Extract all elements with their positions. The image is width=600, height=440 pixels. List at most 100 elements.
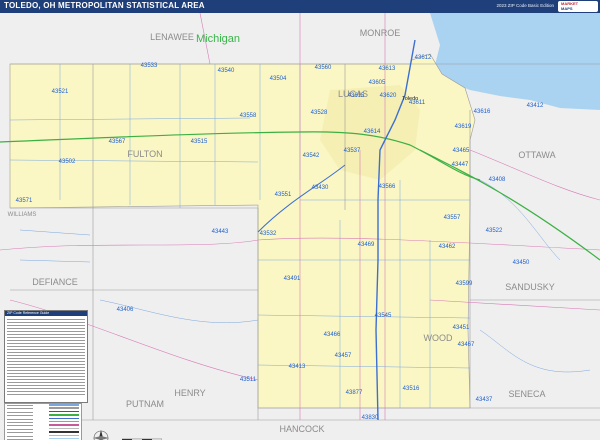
- zip-label-43619: 43619: [455, 124, 472, 130]
- zip-label-43877: 43877: [346, 390, 363, 396]
- zip-label-43451: 43451: [453, 325, 470, 331]
- legend-row: [7, 352, 85, 353]
- county-label-defiance: DEFIANCE: [32, 277, 78, 287]
- edition-label: 2023 ZIP Code Basic Edition: [496, 3, 554, 8]
- zip-label-43532: 43532: [260, 231, 277, 237]
- zip-label-43467: 43467: [458, 342, 475, 348]
- county-label-wood: WOOD: [424, 333, 453, 343]
- legend-row: [7, 340, 85, 341]
- county-label-williams: WILLIAMS: [8, 212, 37, 218]
- legend-row: [7, 382, 85, 383]
- state-label-michigan: Michigan: [196, 33, 240, 45]
- legend-row: [7, 346, 85, 347]
- zip-label-43540: 43540: [218, 68, 235, 74]
- legend-row: [7, 337, 85, 338]
- legend-row: [7, 325, 85, 326]
- zip-label-43491: 43491: [284, 276, 301, 282]
- county-label-henry: HENRY: [174, 388, 205, 398]
- county-label-seneca: SENECA: [508, 389, 545, 399]
- county-label-hancock: HANCOCK: [279, 424, 324, 434]
- map-area[interactable]: LENAWEE MONROE LUCAS FULTON OTTAWA WILLIAMS DE…: [0, 13, 600, 440]
- zip-label-43457: 43457: [335, 353, 352, 359]
- zip-label-43413: 43413: [289, 364, 306, 370]
- zip-label-43450: 43450: [513, 260, 530, 266]
- county-label-putnam: PUTNAM: [126, 399, 164, 409]
- legend-row: [7, 385, 85, 386]
- zip-label-43406: 43406: [117, 307, 134, 313]
- zip-label-43443: 43443: [212, 229, 229, 235]
- zip-label-43616: 43616: [474, 109, 491, 115]
- zip-label-43560: 43560: [315, 65, 332, 71]
- legend-row: [7, 322, 85, 323]
- legend-row: [7, 358, 85, 359]
- zip-label-43537: 43537: [344, 148, 361, 154]
- zip-label-43599: 43599: [456, 281, 473, 287]
- zip-label-43516: 43516: [403, 386, 420, 392]
- zip-label-43566: 43566: [379, 184, 396, 190]
- zip-label-43612: 43612: [415, 55, 432, 61]
- zip-label-43465: 43465: [453, 148, 470, 154]
- zip-label-43515: 43515: [191, 139, 208, 145]
- legend-row: [7, 331, 85, 332]
- county-label-fulton: FULTON: [127, 149, 162, 159]
- legend-row: [7, 376, 85, 377]
- zip-label-43511: 43511: [240, 377, 257, 383]
- zip-label-43437: 43437: [476, 397, 493, 403]
- map-page: TOLEDO, OH METROPOLITAN STATISTICAL AREA…: [0, 0, 600, 440]
- zip-label-43430: 43430: [312, 185, 329, 191]
- legend-row: [7, 391, 85, 392]
- legend-row: [7, 328, 85, 329]
- zip-label-43462: 43462: [439, 244, 456, 250]
- legend-row: [7, 379, 85, 380]
- legend-row: [7, 349, 85, 350]
- county-label-monroe: MONROE: [360, 28, 401, 38]
- zip-label-43502: 43502: [59, 159, 76, 165]
- zip-label-43542: 43542: [303, 153, 320, 159]
- zip-label-43558: 43558: [240, 113, 257, 119]
- zip-code-map[interactable]: LENAWEE MONROELUCASFULTON OTTAWAWILLIAMSDE…: [0, 13, 600, 440]
- zip-label-43611: 43611: [409, 100, 426, 106]
- map-key: [4, 403, 82, 440]
- zip-label-43613: 43613: [379, 66, 396, 72]
- county-label-sandusky: SANDUSKY: [505, 282, 555, 292]
- zip-reference-guide: ZIP Code Reference Guide: [4, 310, 88, 403]
- legend-row: [7, 373, 85, 374]
- zip-label-43615: 43615: [348, 93, 365, 99]
- legend-row: [7, 361, 85, 362]
- zip-label-43504: 43504: [270, 76, 287, 82]
- legend-row: [7, 334, 85, 335]
- zip-label-43830: 43830: [362, 415, 379, 421]
- county-label-ottawa: OTTAWA: [518, 150, 555, 160]
- county-label-lenawee: LENAWEE: [150, 32, 194, 42]
- zip-label-43557: 43557: [444, 215, 461, 221]
- zip-label-43466: 43466: [324, 332, 341, 338]
- legend-row: [7, 394, 85, 395]
- map-title: TOLEDO, OH METROPOLITAN STATISTICAL AREA: [4, 1, 205, 10]
- legend-row: [7, 355, 85, 356]
- zip-label-43614: 43614: [364, 129, 381, 135]
- zip-label-43567: 43567: [109, 139, 126, 145]
- zip-label-43522: 43522: [486, 228, 503, 234]
- zip-label-43605: 43605: [369, 80, 386, 86]
- zip-label-43447: 43447: [452, 162, 469, 168]
- map-header: TOLEDO, OH METROPOLITAN STATISTICAL AREA…: [0, 0, 600, 13]
- zip-label-43408: 43408: [489, 177, 506, 183]
- zip-label-43469: 43469: [358, 242, 375, 248]
- zip-label-43551: 43551: [275, 192, 292, 198]
- legend-row: [7, 370, 85, 371]
- legend-row: [7, 388, 85, 389]
- zip-label-43571: 43571: [16, 198, 33, 204]
- legend-row: [7, 343, 85, 344]
- legend-row: [7, 364, 85, 365]
- zip-label-43533: 43533: [141, 63, 158, 69]
- logo-text-maps: MAPS: [561, 6, 573, 11]
- zip-label-43528: 43528: [311, 110, 328, 116]
- zip-label-43412: 43412: [527, 103, 544, 109]
- legend-title: ZIP Code Reference Guide: [5, 311, 87, 316]
- zip-label-43521: 43521: [52, 89, 69, 95]
- legend-row: [7, 319, 85, 320]
- zip-label-43545: 43545: [375, 313, 392, 319]
- legend-table: [7, 319, 85, 399]
- market-maps-logo: MARKET MAPS: [558, 1, 598, 12]
- north-arrow-icon: [93, 430, 109, 440]
